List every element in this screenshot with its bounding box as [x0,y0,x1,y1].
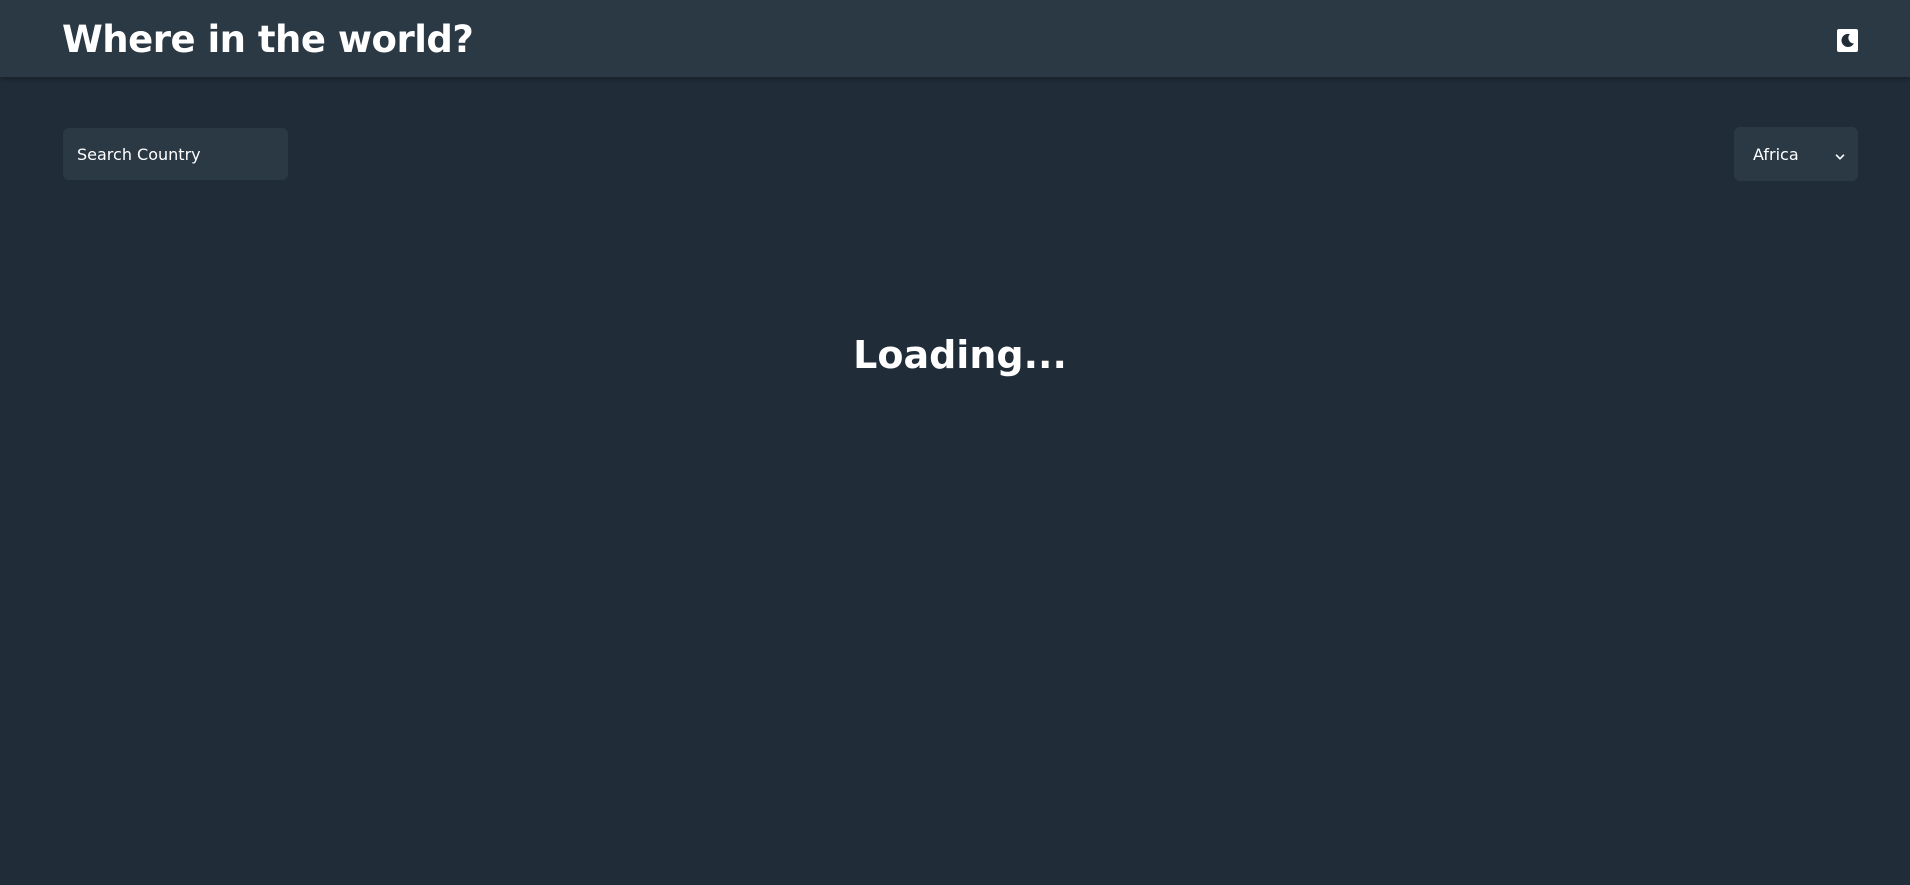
region-filter-select[interactable]: Africa [1734,127,1858,181]
search-box [63,128,288,180]
region-filter-value: Africa [1753,144,1799,164]
page-title: Where in the world? [62,18,474,61]
moon-icon [1840,33,1855,48]
loading-indicator: Loading... [853,333,1067,377]
app-header: Where in the world? [0,0,1910,77]
theme-toggle-button[interactable] [1837,29,1858,52]
chevron-down-icon [1834,148,1846,160]
search-input[interactable] [63,128,288,180]
